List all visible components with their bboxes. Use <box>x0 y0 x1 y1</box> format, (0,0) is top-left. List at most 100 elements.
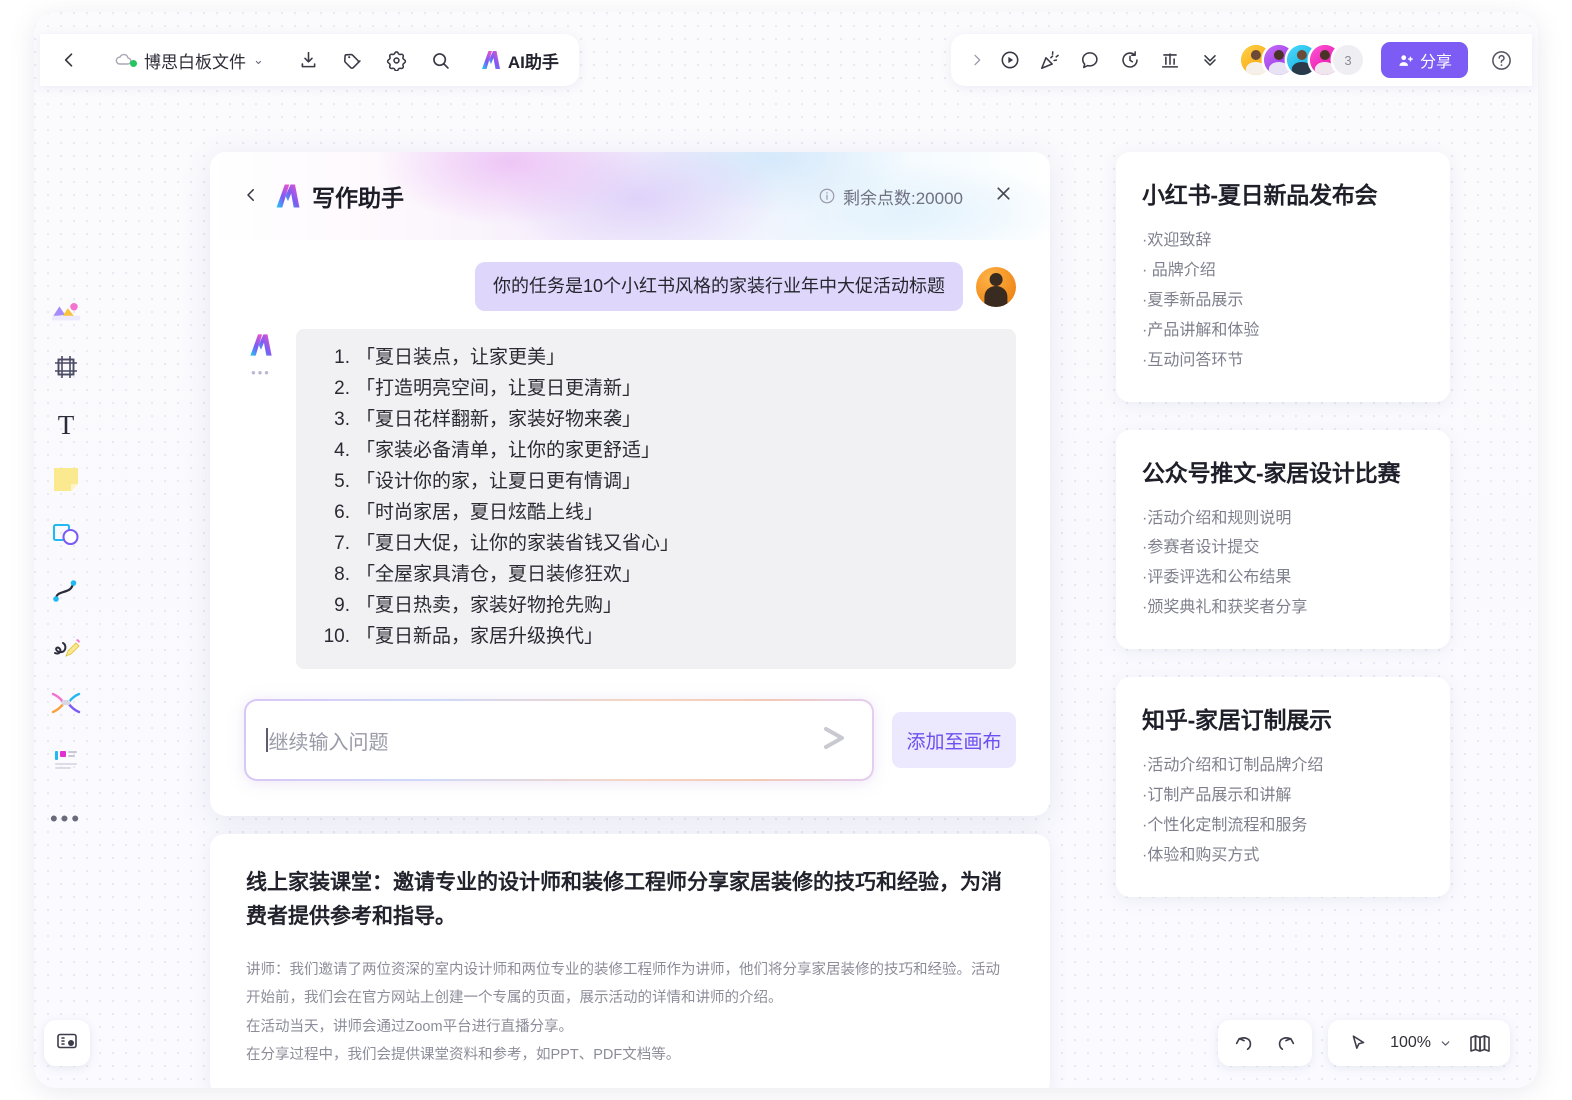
bottom-right-controls: 100% <box>1218 1020 1510 1066</box>
avatar-overflow-count[interactable]: 3 <box>1333 45 1363 75</box>
avatar <box>976 267 1016 307</box>
collaborator-avatars[interactable]: 3 <box>1241 45 1363 75</box>
note-body: 讲师：我们邀请了两位资深的室内设计师和两位专业的装修工程师作为讲师，他们将分享家… <box>246 956 1014 1069</box>
search-button[interactable] <box>422 41 460 79</box>
list-item: 「夏日花样翻新，家装好物来袭」 <box>316 405 996 436</box>
cloud-synced-icon <box>114 52 137 68</box>
outline-card[interactable]: 小红书-夏日新品发布会 ·欢迎致辞 · 品牌介绍 ·夏季新品展示 ·产品讲解和体… <box>1116 152 1450 402</box>
card-title: 公众号推文-家居设计比赛 <box>1142 454 1424 488</box>
help-button[interactable] <box>1482 41 1520 79</box>
ai-question-input-wrapper[interactable]: 继续输入问题 <box>244 699 874 781</box>
remaining-points-label: 剩余点数:20000 <box>843 184 963 209</box>
present-button[interactable] <box>991 41 1029 79</box>
assistant-title-list: 「夏日装点，让家更美」 「打造明亮空间，让夏日更清新」 「夏日花样翻新，家装好物… <box>316 343 996 653</box>
list-item: · 品牌介绍 <box>1142 256 1424 286</box>
document-name-menu[interactable]: 博思白板文件 ⌄ <box>110 48 272 73</box>
top-toolbar-right: 3 分享 <box>951 34 1532 86</box>
ai-question-input[interactable]: 继续输入问题 <box>266 726 818 755</box>
celebrate-button[interactable] <box>1031 41 1069 79</box>
list-item: 「打造明亮空间，让夏日更清新」 <box>316 374 996 405</box>
presentation-settings-button[interactable] <box>44 1020 90 1066</box>
sidebar-item-image-tool[interactable] <box>40 288 92 338</box>
sidebar-item-frame-tool[interactable] <box>40 344 92 394</box>
document-title: 博思白板文件 <box>144 48 246 73</box>
info-circle-icon[interactable] <box>818 187 836 205</box>
sidebar-item-mindmap-tool[interactable] <box>40 680 92 730</box>
ai-question-placeholder: 继续输入问题 <box>269 726 389 755</box>
chevron-down-icon <box>1439 1037 1452 1050</box>
expand-toolbar-button[interactable] <box>965 41 989 79</box>
ai-panel-title-group: 写作助手 <box>274 179 404 213</box>
zoom-level-value: 100% <box>1386 1034 1435 1052</box>
back-button[interactable] <box>50 41 88 79</box>
chevron-down-icon: ⌄ <box>253 52 264 68</box>
sticky-note-icon <box>52 465 80 498</box>
note-paragraph: 讲师：我们邀请了两位资深的室内设计师和两位专业的装修工程师作为讲师，他们将分享家… <box>246 956 1014 1013</box>
sidebar-item-template-tool[interactable] <box>40 736 92 786</box>
note-card[interactable]: 线上家装课堂：邀请专业的设计师和装修工程师分享家居装修的技巧和经验，为消费者提供… <box>210 834 1050 1088</box>
more-toolbar-button[interactable] <box>1191 41 1229 79</box>
undo-button[interactable] <box>1224 1024 1264 1062</box>
share-label: 分享 <box>1420 48 1452 72</box>
top-toolbar-left: 博思白板文件 ⌄ AI助手 <box>40 34 579 86</box>
ai-panel-header: 写作助手 剩余点数:20000 <box>210 152 1050 240</box>
ai-conversation: 你的任务是10个小红书风格的家装行业年中大促活动标题 <box>210 262 1050 669</box>
add-to-canvas-button[interactable]: 添加至画布 <box>892 712 1016 768</box>
assistant-message-bubble: 「夏日装点，让家更美」 「打造明亮空间，让夏日更清新」 「夏日花样翻新，家装好物… <box>296 329 1016 669</box>
list-item: ·颁奖典礼和获奖者分享 <box>1142 593 1424 623</box>
stats-button[interactable] <box>1151 41 1189 79</box>
curve-line-icon <box>51 577 81 610</box>
sidebar-item-sticky-note-tool[interactable] <box>40 456 92 506</box>
ai-panel-back-button[interactable] <box>236 185 266 208</box>
typing-dots-icon: ••• <box>251 366 271 379</box>
list-item: ·订制产品展示和讲解 <box>1142 781 1424 811</box>
list-item: 「设计你的家，让夏日更有情调」 <box>316 467 996 498</box>
zoom-level-selector[interactable]: 100% <box>1380 1034 1458 1052</box>
card-list: ·活动介绍和订制品牌介绍 ·订制产品展示和讲解 ·个性化定制流程和服务 ·体验和… <box>1142 751 1424 871</box>
app-window: 博思白板文件 ⌄ AI助手 <box>34 12 1538 1088</box>
ai-writing-assistant-panel: 写作助手 剩余点数:20000 你的任务是10个小红书风格的家装行业年中大促活动… <box>210 152 1050 816</box>
download-button[interactable] <box>290 41 328 79</box>
list-item: 「时尚家居，夏日炫酷上线」 <box>316 498 996 529</box>
list-item: ·夏季新品展示 <box>1142 286 1424 316</box>
minimap-button[interactable] <box>1460 1024 1500 1062</box>
redo-button[interactable] <box>1266 1024 1306 1062</box>
tag-button[interactable] <box>334 41 372 79</box>
history-button[interactable] <box>1111 41 1149 79</box>
more-dots-icon: ••• <box>50 804 82 830</box>
text-icon: T <box>58 412 75 439</box>
remaining-points: 剩余点数:20000 <box>818 184 963 209</box>
mindmap-icon <box>50 690 82 721</box>
sidebar-item-more[interactable]: ••• <box>40 792 92 842</box>
list-item: ·活动介绍和订制品牌介绍 <box>1142 751 1424 781</box>
list-item: ·欢迎致辞 <box>1142 226 1424 256</box>
comment-button[interactable] <box>1071 41 1109 79</box>
card-title: 知乎-家居订制展示 <box>1142 701 1424 735</box>
sidebar-item-connector-tool[interactable] <box>40 568 92 618</box>
note-paragraph: 在活动当天，讲师会通过Zoom平台进行直播分享。 <box>246 1013 1014 1041</box>
list-item: ·评委评选和公布结果 <box>1142 563 1424 593</box>
outline-card[interactable]: 知乎-家居订制展示 ·活动介绍和订制品牌介绍 ·订制产品展示和讲解 ·个性化定制… <box>1116 677 1450 897</box>
sidebar-item-text-tool[interactable]: T <box>40 400 92 450</box>
assistant-message-row: ••• 「夏日装点，让家更美」 「打造明亮空间，让夏日更清新」 「夏日花样翻新，… <box>244 329 1016 669</box>
tool-rail: T <box>38 288 94 842</box>
ai-panel-close-button[interactable] <box>993 183 1014 209</box>
list-item: ·互动问答环节 <box>1142 346 1424 376</box>
list-item: 「夏日装点，让家更美」 <box>316 343 996 374</box>
template-icon <box>51 746 81 777</box>
note-paragraph: 在分享过程中，我们会提供课堂资料和参考，如PPT、PDF文档等。 <box>246 1041 1014 1069</box>
share-button[interactable]: 分享 <box>1381 42 1468 78</box>
ai-assistant-button[interactable]: AI助手 <box>472 44 567 77</box>
settings-button[interactable] <box>378 41 416 79</box>
cursor-tool-button[interactable] <box>1338 1024 1378 1062</box>
list-item: ·产品讲解和体验 <box>1142 316 1424 346</box>
sidebar-item-shape-tool[interactable] <box>40 512 92 562</box>
presentation-settings-icon <box>55 1029 79 1058</box>
image-icon <box>50 296 82 331</box>
outline-card[interactable]: 公众号推文-家居设计比赛 ·活动介绍和规则说明 ·参赛者设计提交 ·评委评选和公… <box>1116 430 1450 650</box>
note-title: 线上家装课堂：邀请专业的设计师和装修工程师分享家居装修的技巧和经验，为消费者提供… <box>246 866 1014 934</box>
send-button[interactable] <box>818 725 852 756</box>
ai-logo-icon <box>274 183 302 209</box>
ai-panel-title: 写作助手 <box>312 179 404 213</box>
sidebar-item-pen-tool[interactable] <box>40 624 92 674</box>
